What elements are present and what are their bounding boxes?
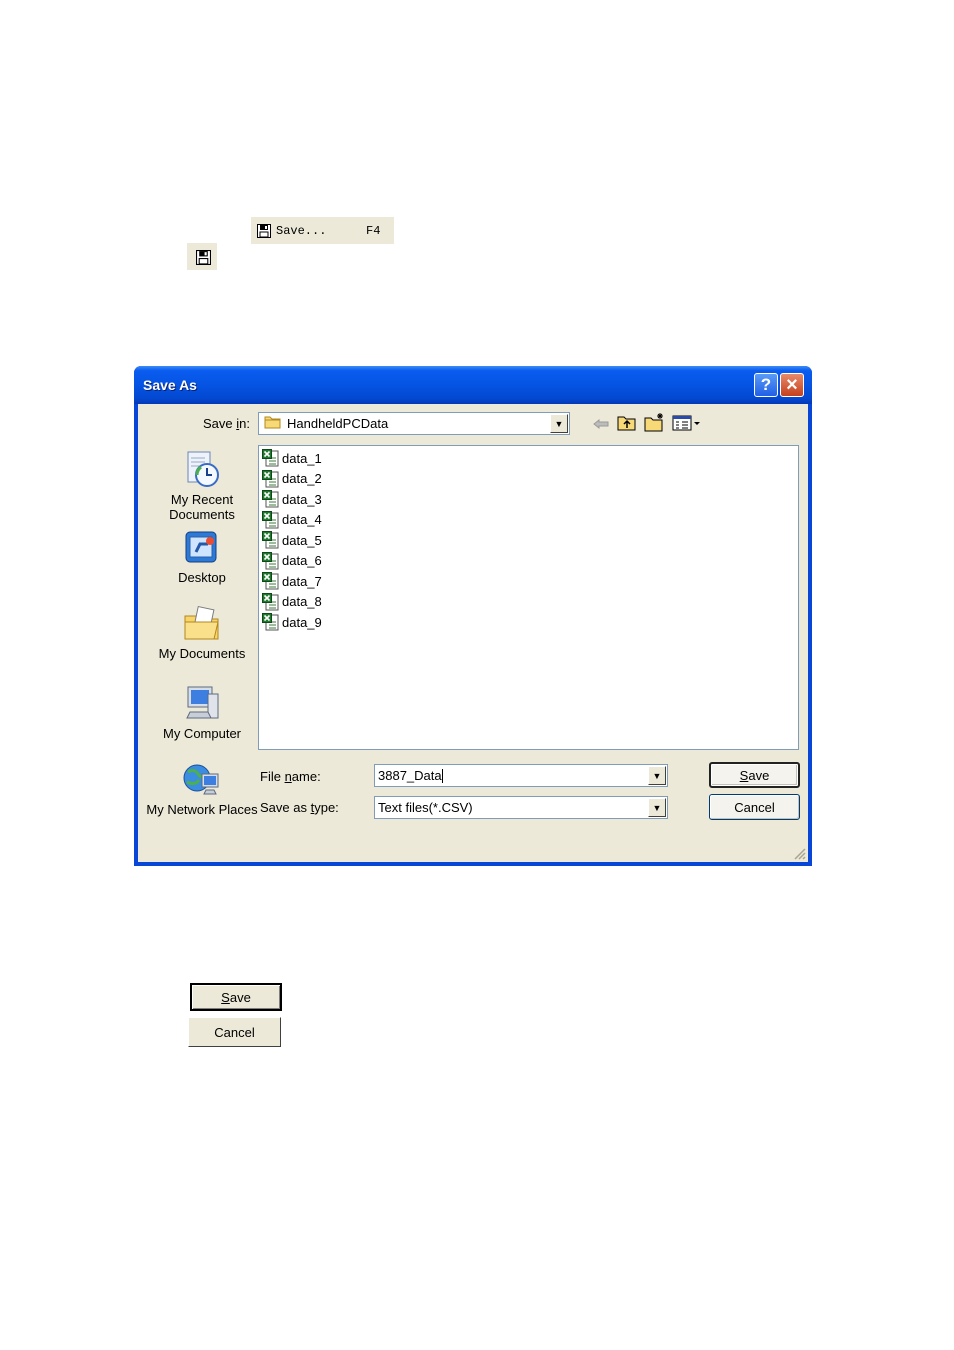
recent-documents-icon (182, 450, 222, 490)
file-name-text: data_4 (282, 512, 322, 527)
excel-file-icon (262, 592, 280, 611)
help-icon: ? (760, 375, 772, 394)
standalone-cancel-button[interactable]: Cancel (188, 1017, 281, 1047)
save-as-dialog: Save As ? × Save in: HandheldPCData ▼ My… (134, 366, 812, 866)
file-list-item[interactable]: data_6 (262, 551, 322, 571)
standalone-save-button[interactable]: Save (190, 983, 282, 1011)
dialog-title: Save As (143, 377, 197, 393)
file-list-item[interactable]: data_2 (262, 469, 322, 489)
save-menu-label: Save... (276, 223, 327, 238)
places-label: My Computer (162, 726, 242, 741)
file-list-item[interactable]: data_8 (262, 592, 322, 612)
file-name-text: data_7 (282, 573, 322, 589)
excel-file-icon (262, 551, 280, 570)
file-name-text: data_6 (282, 553, 322, 568)
back-icon[interactable] (592, 417, 610, 434)
file-name-text: data_2 (282, 471, 322, 486)
excel-file-icon (262, 469, 280, 488)
new-folder-icon[interactable] (644, 412, 666, 435)
excel-file-icon (262, 572, 280, 590)
close-icon: × (786, 374, 798, 396)
file-name-input[interactable]: 3887_Data ▼ (374, 764, 668, 787)
file-list-item[interactable]: data_5 (262, 530, 322, 550)
file-list-item[interactable]: data_4 (262, 510, 322, 530)
help-button[interactable]: ? (754, 373, 778, 397)
excel-file-icon (262, 531, 280, 549)
up-folder-icon[interactable] (617, 414, 637, 435)
places-label: My Documents (158, 646, 246, 661)
places-desktop[interactable]: Desktop (146, 528, 258, 585)
folder-icon (264, 415, 282, 432)
save-in-value: HandheldPCData (287, 416, 389, 431)
dialog-client-area: Save in: HandheldPCData ▼ My Recent Docu… (138, 404, 808, 862)
text-cursor (441, 768, 443, 783)
close-button[interactable]: × (780, 373, 804, 397)
save-as-type-label: Save as type: (260, 800, 339, 815)
chevron-down-icon[interactable]: ▼ (550, 414, 568, 433)
chevron-down-icon[interactable]: ▼ (648, 766, 666, 785)
my-computer-icon (182, 684, 222, 724)
title-bar[interactable]: Save As ? × (134, 366, 812, 404)
save-toolbar-button[interactable] (187, 243, 217, 270)
file-name-text: data_3 (282, 491, 322, 507)
places-label: Desktop (178, 570, 226, 585)
places-recent-documents[interactable]: My Recent Documents (146, 450, 258, 522)
file-name-text: data_9 (282, 614, 322, 630)
network-places-icon (182, 760, 222, 800)
file-name-label: File name: (260, 769, 321, 784)
places-network[interactable]: My Network Places (146, 760, 258, 817)
save-in-dropdown[interactable]: HandheldPCData ▼ (258, 412, 570, 435)
save-menu-item[interactable]: Save... F4 (251, 217, 394, 244)
save-as-type-value: Text files(*.CSV) (378, 800, 473, 815)
excel-file-icon (262, 449, 280, 467)
file-name-text: data_8 (282, 594, 322, 609)
resize-grip-icon[interactable] (794, 848, 806, 860)
save-in-label: Save in: (203, 416, 250, 431)
my-documents-icon (182, 604, 222, 644)
cancel-button[interactable]: Cancel (709, 794, 800, 820)
file-list-item[interactable]: data_9 (262, 612, 322, 632)
excel-file-icon (262, 490, 280, 508)
chevron-down-icon[interactable]: ▼ (648, 798, 666, 817)
file-name-value: 3887_Data (378, 768, 442, 783)
floppy-disk-icon (195, 250, 211, 265)
file-list-item[interactable]: data_1 (262, 448, 322, 468)
file-list-item[interactable]: data_7 (262, 571, 322, 591)
places-label: My Network Places (146, 802, 258, 817)
file-name-text: data_1 (282, 450, 322, 466)
save-menu-shortcut: F4 (366, 223, 381, 238)
excel-file-icon (262, 613, 280, 631)
places-my-computer[interactable]: My Computer (146, 684, 258, 741)
places-my-documents[interactable]: My Documents (146, 604, 258, 661)
places-label: My Recent Documents (169, 492, 235, 522)
desktop-icon (182, 528, 222, 568)
excel-file-icon (262, 510, 280, 529)
save-as-type-dropdown[interactable]: Text files(*.CSV) ▼ (374, 796, 668, 819)
file-list[interactable]: data_1 data_2 data_3 data_4 data_5 data_6data… (258, 445, 799, 750)
floppy-disk-icon (257, 224, 271, 238)
views-menu-icon[interactable] (672, 415, 702, 434)
save-button[interactable]: Save (709, 762, 800, 788)
file-list-item[interactable]: data_3 (262, 489, 322, 509)
file-name-text: data_5 (282, 532, 322, 548)
